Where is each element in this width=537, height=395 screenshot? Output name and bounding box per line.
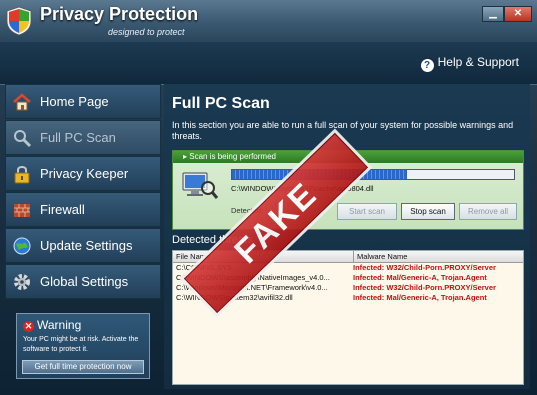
home-icon: [13, 93, 31, 111]
shield-logo-icon: [6, 6, 32, 36]
sidebar-item-label: Global Settings: [40, 274, 129, 289]
app-title: Privacy Protection: [40, 4, 199, 24]
sidebar-item-privacy-keeper[interactable]: Privacy Keeper: [5, 156, 161, 191]
sidebar-item-label: Privacy Keeper: [40, 166, 129, 181]
column-header-malware-name[interactable]: Malware Name: [353, 251, 407, 262]
error-icon: ✕: [23, 321, 34, 332]
page-description: In this section you are able to run a fu…: [172, 120, 514, 141]
remove-all-button[interactable]: Remove all: [459, 203, 517, 220]
warning-text: Your PC might be at risk. Activate the s…: [23, 336, 139, 353]
globe-icon: [13, 237, 31, 255]
scan-progress-bar: [231, 169, 515, 180]
sidebar-item-home-page[interactable]: Home Page: [5, 84, 161, 119]
help-support-link[interactable]: ? Help & Support: [420, 55, 519, 72]
cell-malware: Infected: Mal/Generic-A, Trojan.Agent: [353, 273, 487, 282]
sidebar-item-full-pc-scan[interactable]: Full PC Scan: [5, 120, 161, 155]
title-bar: Privacy Protection designed to protect ▁…: [0, 0, 537, 42]
scan-status: ▸ Scan is being performed: [183, 152, 276, 161]
gear-icon: [14, 274, 30, 290]
sidebar-item-global-settings[interactable]: Global Settings: [5, 264, 161, 299]
warning-box: ✕ Warning Your PC might be at risk. Activ…: [16, 313, 150, 379]
close-button[interactable]: ✕: [504, 6, 532, 22]
cell-malware: Infected: W32/Child-Porn.PROXY/Server: [353, 283, 496, 292]
scan-status-text: Scan is being performed: [189, 152, 276, 161]
sidebar-item-label: Home Page: [40, 94, 109, 109]
sidebar-item-firewall[interactable]: Firewall: [5, 192, 161, 227]
cell-malware: Infected: W32/Child-Porn.PROXY/Server: [353, 263, 496, 272]
warning-title: ✕ Warning: [23, 318, 81, 332]
start-scan-button[interactable]: Start scan: [337, 203, 397, 220]
page-title: Full PC Scan: [172, 95, 270, 112]
sidebar-item-label: Firewall: [40, 202, 85, 217]
warning-title-text: Warning: [37, 318, 82, 332]
sidebar: Home Page Full PC Scan Privacy Keeper Fi…: [5, 84, 161, 300]
app-subtitle: designed to protect: [108, 27, 185, 37]
brick-wall-icon: [14, 204, 30, 217]
sidebar-item-label: Update Settings: [40, 238, 133, 253]
cell-malware: Infected: Mal/Generic-A, Trojan.Agent: [353, 293, 487, 302]
minimize-button[interactable]: ▁: [482, 6, 504, 22]
lock-icon: [14, 166, 30, 184]
stop-scan-button[interactable]: Stop scan: [401, 203, 455, 220]
app-window: Privacy Protection designed to protect ▁…: [0, 0, 537, 395]
get-protection-button[interactable]: Get full time protection now: [22, 360, 144, 374]
sidebar-item-update-settings[interactable]: Update Settings: [5, 228, 161, 263]
header-bar: ? Help & Support: [0, 42, 537, 85]
help-icon: ?: [420, 59, 434, 72]
sidebar-item-label: Full PC Scan: [40, 130, 116, 145]
computer-scan-icon: [182, 172, 219, 199]
magnifier-icon: [14, 130, 32, 148]
main-panel: Full PC Scan In this section you are abl…: [164, 84, 530, 389]
help-label: Help & Support: [437, 55, 519, 69]
